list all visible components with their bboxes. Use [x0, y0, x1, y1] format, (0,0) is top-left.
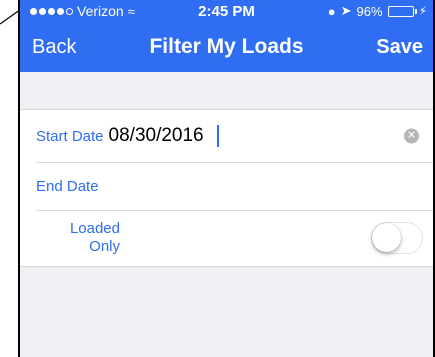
navigation-bar: Back Filter My Loads Save — [20, 22, 433, 72]
end-date-row[interactable]: End Date — [20, 162, 433, 210]
toggle-knob — [372, 223, 401, 252]
loaded-only-label: Loaded Only — [36, 220, 120, 256]
status-bar: Verizon ≈ 2:45 PM ● ➤ 96% ⚡ — [20, 0, 433, 22]
filter-form: Start Date ✕ End Date Loaded Only — [20, 110, 433, 267]
loaded-only-label-line1: Loaded — [69, 220, 120, 237]
end-date-label: End Date — [36, 177, 99, 195]
charging-icon: ⚡ — [418, 4, 427, 18]
status-time: 2:45 PM — [198, 2, 255, 20]
signal-strength-icon — [30, 7, 73, 15]
top-bar: Verizon ≈ 2:45 PM ● ➤ 96% ⚡ Back Filter … — [20, 0, 433, 72]
loaded-only-toggle[interactable] — [371, 222, 423, 254]
wifi-icon: ≈ — [127, 3, 135, 19]
location-icon: ➤ — [340, 3, 352, 18]
text-cursor — [216, 125, 219, 147]
page-title: Filter My Loads — [149, 35, 304, 58]
section-spacer — [20, 72, 433, 110]
loaded-only-label-line2: Only — [89, 238, 120, 255]
end-date-input[interactable] — [103, 175, 214, 197]
start-date-label: Start Date — [36, 127, 104, 145]
battery-percent: 96% — [356, 3, 383, 19]
start-date-row[interactable]: Start Date ✕ — [20, 110, 433, 162]
loaded-only-row: Loaded Only — [20, 210, 433, 266]
save-button[interactable]: Save — [376, 36, 423, 59]
orientation-lock-icon: ● — [327, 3, 336, 19]
carrier-name: Verizon — [77, 3, 124, 19]
start-date-input[interactable] — [108, 125, 219, 147]
back-button[interactable]: Back — [32, 36, 76, 59]
status-left: Verizon ≈ — [30, 3, 135, 19]
status-right: ● ➤ 96% ⚡ — [328, 3, 427, 19]
battery-icon: ⚡ — [387, 4, 427, 18]
phone-screen: Verizon ≈ 2:45 PM ● ➤ 96% ⚡ Back Filter … — [18, 0, 435, 357]
clear-icon[interactable]: ✕ — [404, 128, 419, 144]
